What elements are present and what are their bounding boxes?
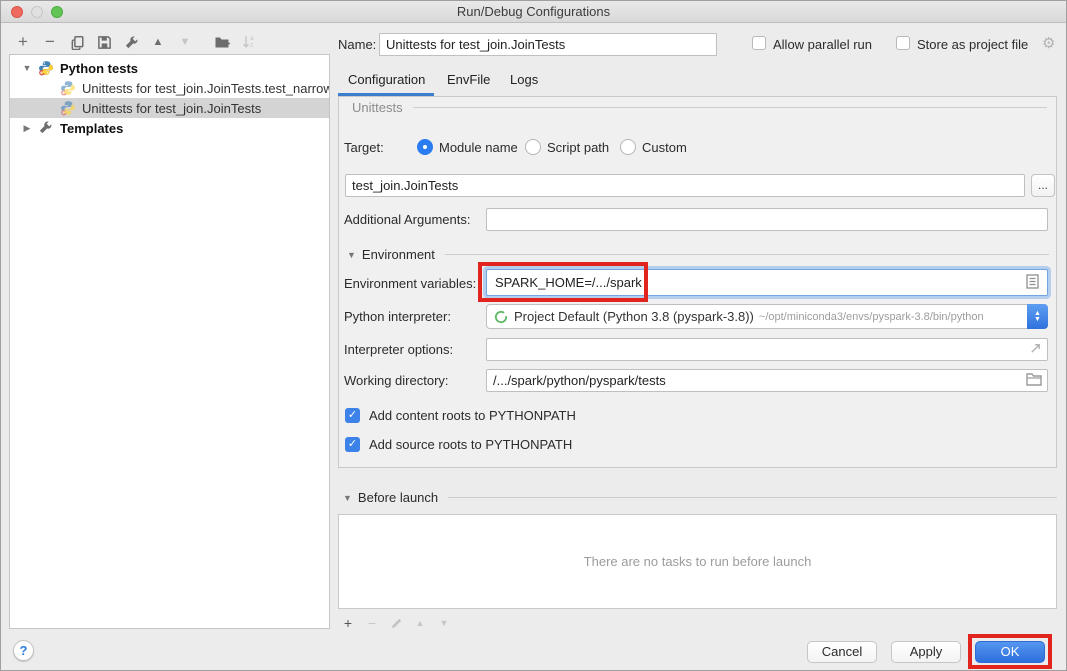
checked-checkbox-icon[interactable]: ✓ [345,437,360,452]
move-down-icon: ▼ [175,32,195,52]
section-divider [445,254,1049,255]
radio-module-name-label: Module name [439,140,518,155]
window-title: Run/Debug Configurations [1,1,1066,22]
zoom-window-button[interactable] [51,6,63,18]
before-launch-toolbar: + − ▲ ▼ [341,613,461,633]
tree-item-label: Templates [60,121,123,136]
tree-item-label: Unittests for test_join.JoinTests [82,101,261,116]
working-directory-input[interactable] [486,369,1048,392]
templates-wrench-icon [38,120,54,136]
interpreter-name: Project Default (Python 3.8 (pyspark-3.8… [514,309,754,324]
tab-logs[interactable]: Logs [510,72,538,87]
before-launch-task-list: There are no tasks to run before launch [338,514,1057,609]
interpreter-stepper-icon[interactable]: ▲▼ [1027,304,1048,329]
help-button[interactable]: ? [13,640,34,661]
working-directory-label: Working directory: [344,373,449,388]
name-input[interactable] [379,33,717,56]
tree-item-label: Unittests for test_join.JoinTests.test_n… [82,81,329,96]
tab-configuration[interactable]: Configuration [348,72,425,87]
cancel-button[interactable]: Cancel [807,641,877,663]
folder-icon[interactable] [1026,372,1042,389]
add-source-roots-checkbox-row[interactable]: ✓ Add source roots to PYTHONPATH [345,437,572,452]
edit-task-icon [389,613,403,633]
python-interpreter-select[interactable]: Project Default (Python 3.8 (pyspark-3.8… [486,304,1048,329]
run-debug-configurations-dialog: Run/Debug Configurations + − ▲ ▼ az ▼ [0,0,1067,671]
before-launch-empty-text: There are no tasks to run before launch [584,554,812,569]
unittests-group-label: Unittests [352,100,403,115]
save-icon[interactable] [94,32,114,52]
name-label: Name: [338,37,376,52]
environment-variables-input[interactable]: SPARK_HOME=/.../spark [486,269,1048,296]
radio-module-name[interactable] [417,139,433,155]
remove-task-icon: − [365,613,379,633]
configurations-toolbar: + − ▲ ▼ az [13,32,266,52]
allow-parallel-run-checkbox[interactable] [752,36,766,50]
environment-variables-value: SPARK_HOME=/.../spark [495,275,642,290]
radio-script-path-label: Script path [547,140,609,155]
close-window-button[interactable] [11,6,23,18]
tab-envfile[interactable]: EnvFile [447,72,490,87]
configurations-tree: ▼ Python tests Unittests for test_join.J… [9,54,330,629]
titlebar: Run/Debug Configurations [1,1,1066,23]
conda-env-icon [494,310,508,324]
tree-item-unittests-test-narrow[interactable]: Unittests for test_join.JoinTests.test_n… [10,78,329,98]
browse-button[interactable]: ... [1031,174,1055,197]
before-launch-collapse-icon[interactable]: ▼ [343,493,352,503]
environment-collapse-icon[interactable]: ▼ [347,250,356,260]
task-down-icon: ▼ [437,613,451,633]
radio-custom[interactable] [620,139,636,155]
target-label: Target: [344,140,384,155]
ok-button[interactable]: OK [975,641,1045,663]
environment-variables-label: Environment variables: [344,276,476,291]
python-interpreter-label: Python interpreter: [344,309,451,324]
svg-text:a: a [250,35,254,42]
section-divider [448,497,1057,498]
gear-icon[interactable]: ⚙ [1042,34,1055,52]
add-content-roots-checkbox-row[interactable]: ✓ Add content roots to PYTHONPATH [345,408,576,423]
copy-icon[interactable] [67,32,87,52]
store-as-project-file-checkbox[interactable] [896,36,910,50]
chevron-right-icon[interactable]: ▶ [16,123,38,134]
remove-icon[interactable]: − [40,32,60,52]
additional-arguments-input[interactable] [486,208,1048,231]
checked-checkbox-icon[interactable]: ✓ [345,408,360,423]
add-content-roots-label: Add content roots to PYTHONPATH [369,408,576,423]
new-folder-icon[interactable] [212,32,232,52]
tree-item-python-tests[interactable]: ▼ Python tests [10,58,329,78]
radio-custom-label: Custom [642,140,687,155]
add-source-roots-label: Add source roots to PYTHONPATH [369,437,572,452]
configuration-panel: Unittests Target: Module name Script pat… [338,96,1057,468]
task-up-icon: ▲ [413,613,427,633]
move-up-icon[interactable]: ▲ [148,32,168,52]
group-divider [413,107,1047,108]
tree-item-unittests-jointests-selected[interactable]: Unittests for test_join.JoinTests [10,98,329,118]
store-as-project-file-label: Store as project file [917,37,1028,52]
apply-button[interactable]: Apply [891,641,961,663]
python-test-config-icon [60,80,76,96]
browse-variables-icon[interactable] [1026,274,1039,292]
python-test-config-icon [60,100,76,116]
target-module-input[interactable] [345,174,1025,197]
sort-icon: az [239,32,259,52]
interpreter-options-label: Interpreter options: [344,342,453,357]
before-launch-label: Before launch [358,490,438,505]
minimize-window-button [31,6,43,18]
svg-text:z: z [250,42,253,49]
interpreter-options-input[interactable] [486,338,1048,361]
additional-arguments-label: Additional Arguments: [344,212,470,227]
allow-parallel-run-label: Allow parallel run [773,37,872,52]
expand-field-icon[interactable] [1029,342,1042,358]
tree-item-templates[interactable]: ▶ Templates [10,118,329,138]
interpreter-path: ~/opt/miniconda3/envs/pyspark-3.8/bin/py… [759,311,984,323]
environment-section-label: Environment [362,247,435,262]
add-task-icon[interactable]: + [341,613,355,633]
python-tests-icon [38,60,54,76]
edit-templates-icon[interactable] [121,32,141,52]
radio-script-path[interactable] [525,139,541,155]
tree-item-label: Python tests [60,61,138,76]
chevron-down-icon[interactable]: ▼ [16,63,38,73]
add-icon[interactable]: + [13,32,33,52]
